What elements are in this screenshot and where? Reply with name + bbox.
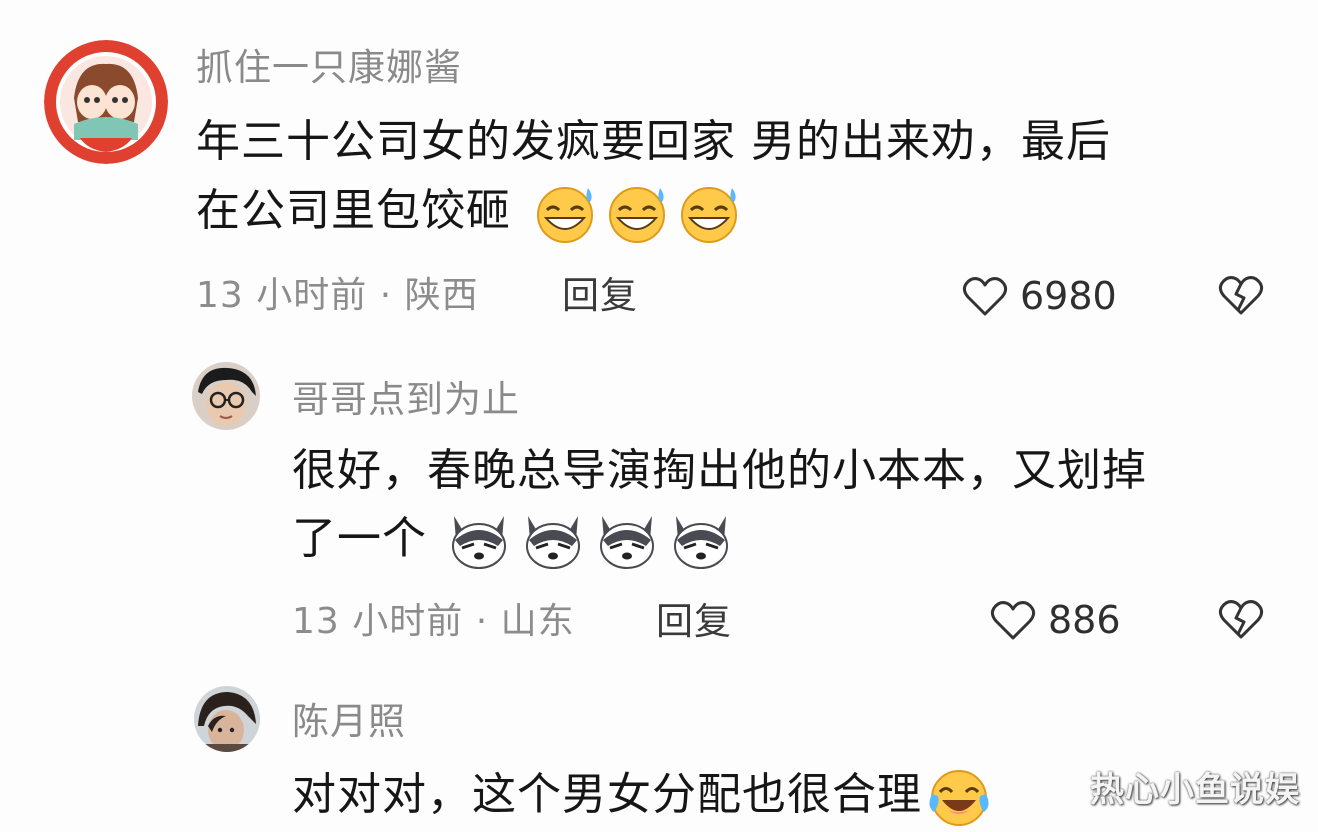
avatar[interactable] (44, 40, 168, 164)
heart-icon (962, 277, 1008, 316)
husky-dog-emoji (600, 516, 654, 569)
like-count: 6980 (1020, 274, 1117, 318)
comment-text: 在公司里包饺砸 (196, 185, 511, 236)
anime-couple-avatar-icon (44, 40, 168, 164)
comment-list: 抓住一只康娜酱 年三十公司女的发疯要回家 男的出来劝，最后 在公司里包饺砸 13… (0, 0, 1318, 832)
username[interactable]: 抓住一只康娜酱 (196, 46, 462, 90)
sweat-grin-emoji (537, 187, 593, 243)
sweat-grin-emoji (681, 187, 737, 243)
husky-dog-emoji (526, 516, 580, 569)
heart-icon (990, 601, 1036, 640)
husky-dog-emoji (674, 516, 728, 569)
dislike-button[interactable] (1218, 274, 1264, 318)
reply-button[interactable]: 回复 (562, 274, 638, 318)
reply-button[interactable]: 回复 (656, 600, 732, 644)
emoji-group (517, 185, 742, 243)
comment-text: 了一个 (292, 513, 427, 564)
broken-heart-icon (1218, 600, 1264, 639)
emoji-group (431, 513, 734, 569)
dark-hair-avatar-icon (194, 686, 260, 752)
username[interactable]: 哥哥点到为止 (292, 378, 520, 422)
comment-text-line: 很好，春晚总导演掏出他的小本本，又划掉 (292, 445, 1147, 496)
like-count: 886 (1048, 598, 1121, 642)
comment-text-line: 对对对，这个男女分配也很合理 (292, 766, 992, 828)
glasses-man-avatar-icon (192, 362, 260, 430)
broken-heart-icon (1218, 276, 1264, 315)
like-button[interactable]: 886 (990, 598, 1121, 642)
time-location: 13 小时前 · 山东 (292, 601, 575, 642)
sweat-grin-emoji (609, 187, 665, 243)
like-button[interactable]: 6980 (962, 274, 1117, 318)
comment-text-line: 在公司里包饺砸 (196, 182, 742, 244)
comment-text: 对对对，这个男女分配也很合理 (292, 769, 922, 820)
username[interactable]: 陈月照 (292, 700, 406, 744)
avatar[interactable] (194, 686, 260, 752)
comment-text-line: 年三十公司女的发疯要回家 男的出来劝，最后 (196, 116, 1111, 167)
avatar[interactable] (192, 362, 260, 430)
watermark: 热心小鱼说娱 (1090, 770, 1300, 810)
husky-dog-emoji (452, 516, 506, 569)
tears-of-joy-emoji (929, 770, 989, 826)
time-location: 13 小时前 · 陕西 (196, 275, 479, 316)
comment-text-line: 了一个 (292, 510, 734, 572)
dislike-button[interactable] (1218, 598, 1264, 642)
